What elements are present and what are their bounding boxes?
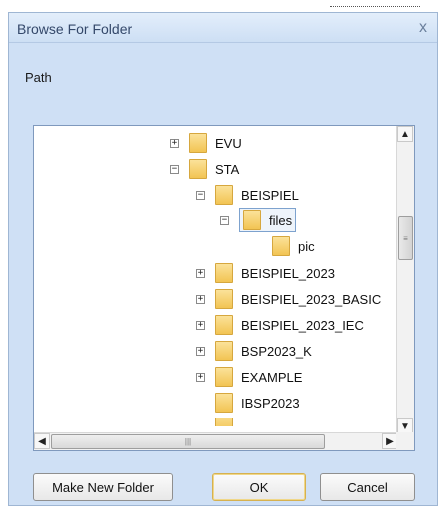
folder-icon: [215, 315, 233, 335]
horizontal-scrollbar[interactable]: ◀ ||| ▶: [34, 432, 398, 450]
scroll-corner: [396, 432, 414, 450]
background-window-strip: [0, 0, 439, 12]
path-label: Path: [25, 70, 52, 85]
tree-item-label: BEISPIEL_2023_BASIC: [241, 291, 382, 307]
grip-icon: |||: [184, 437, 192, 446]
tree-item-bsp2023-k[interactable]: + BSP2023_K: [196, 341, 312, 361]
background-dotted-mark: [330, 6, 420, 8]
tree-item-beispiel-2023-iec[interactable]: + BEISPIEL_2023_IEC: [196, 315, 364, 335]
folder-icon: [243, 210, 261, 230]
dialog-title: Browse For Folder: [17, 21, 133, 37]
folder-icon: [215, 263, 233, 283]
ok-button[interactable]: OK: [212, 473, 306, 501]
tree-item-label: BEISPIEL_2023_IEC: [241, 317, 364, 333]
make-new-folder-button[interactable]: Make New Folder: [33, 473, 173, 501]
tree-item-label: EVU: [215, 135, 242, 151]
plus-expander-icon[interactable]: +: [170, 138, 179, 148]
cancel-button[interactable]: Cancel: [320, 473, 415, 501]
tree-item-partial: [215, 418, 241, 426]
folder-icon: [215, 418, 233, 426]
folder-icon: [215, 341, 233, 361]
tree-item-label: EXAMPLE: [241, 369, 303, 385]
folder-tree[interactable]: + EVU − STA − BEISPIEL − files pic + BEI…: [33, 125, 415, 451]
tree-item-label: BEISPIEL: [241, 187, 299, 203]
plus-expander-icon[interactable]: +: [196, 268, 205, 278]
tree-item-beispiel[interactable]: − BEISPIEL: [196, 185, 299, 205]
plus-expander-icon[interactable]: +: [196, 372, 205, 382]
folder-icon: [189, 159, 207, 179]
selected-item-box[interactable]: files: [239, 208, 297, 232]
close-icon[interactable]: x: [419, 19, 427, 37]
tree-item-label: IBSP2023: [241, 395, 300, 411]
tree-item-sta[interactable]: − STA: [170, 159, 239, 179]
folder-icon: [215, 367, 233, 387]
tree-item-evu[interactable]: + EVU: [170, 133, 242, 153]
browse-for-folder-dialog: Browse For Folder x Path + EVU − STA − B…: [8, 12, 438, 506]
plus-expander-icon[interactable]: +: [196, 346, 205, 356]
tree-item-ibsp2023[interactable]: IBSP2023: [215, 393, 300, 413]
tree-item-label: BSP2023_K: [241, 343, 312, 359]
minus-expander-icon[interactable]: −: [196, 190, 205, 200]
vertical-scrollbar[interactable]: ▲ ≡ ▼: [396, 126, 414, 434]
tree-item-label: STA: [215, 161, 240, 177]
tree-item-beispiel-2023[interactable]: + BEISPIEL_2023: [196, 263, 335, 283]
title-bar: Browse For Folder x: [9, 13, 437, 43]
tree-item-example[interactable]: + EXAMPLE: [196, 367, 302, 387]
minus-expander-icon[interactable]: −: [220, 215, 229, 225]
grip-icon: ≡: [403, 233, 408, 243]
tree-item-beispiel-2023-basic[interactable]: + BEISPIEL_2023_BASIC: [196, 289, 381, 309]
vertical-scroll-thumb[interactable]: ≡: [398, 216, 413, 260]
minus-expander-icon[interactable]: −: [170, 164, 179, 174]
folder-icon: [215, 393, 233, 413]
tree-item-pic[interactable]: pic: [272, 236, 315, 256]
folder-icon: [215, 185, 233, 205]
scroll-left-button[interactable]: ◀: [34, 433, 50, 449]
tree-item-label: files: [269, 212, 293, 228]
horizontal-scroll-thumb[interactable]: |||: [51, 434, 325, 449]
folder-icon: [189, 133, 207, 153]
folder-icon: [215, 289, 233, 309]
tree-item-files[interactable]: − files: [220, 208, 297, 232]
tree-item-label: pic: [298, 238, 315, 254]
plus-expander-icon[interactable]: +: [196, 294, 205, 304]
folder-icon: [272, 236, 290, 256]
tree-item-label: BEISPIEL_2023: [241, 265, 335, 281]
scroll-up-button[interactable]: ▲: [397, 126, 413, 142]
plus-expander-icon[interactable]: +: [196, 320, 205, 330]
